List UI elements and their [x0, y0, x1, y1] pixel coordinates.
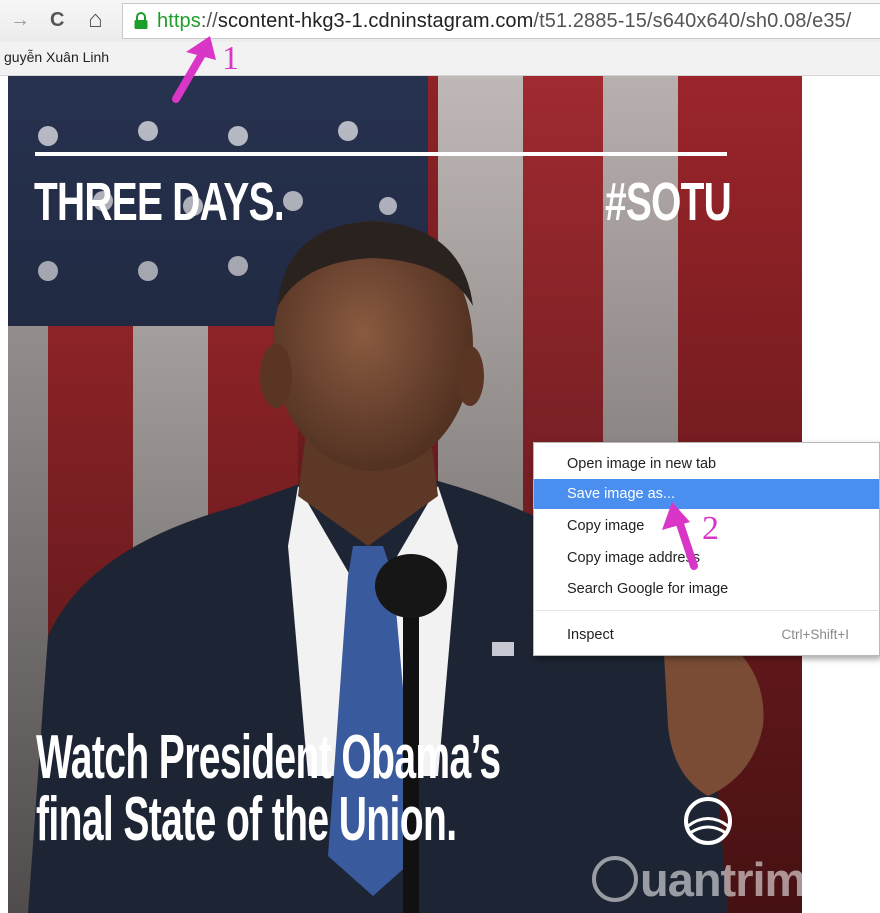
headline-rule — [35, 152, 727, 156]
url-path: /t51.2885-15/s640x640/sh0.08/e35/ — [533, 10, 852, 32]
annotation-step-1: 1 — [222, 40, 239, 77]
menu-separator — [535, 610, 878, 611]
menu-item-shortcut: Ctrl+Shift+I — [781, 627, 849, 642]
menu-item-label: Copy image — [567, 518, 645, 534]
context-menu: Open image in new tab Save image as... C… — [533, 442, 880, 656]
menu-item-label: Search Google for image — [567, 581, 729, 597]
home-button[interactable]: ⌂ — [88, 6, 103, 34]
headline-watch-line1: Watch President Obama’s — [36, 723, 501, 792]
url-text: https://scontent-hkg3-1.cdninstagram.com… — [157, 4, 851, 38]
url-separator: :// — [200, 10, 218, 32]
menu-item-label: Save image as... — [567, 486, 675, 502]
forward-button[interactable]: → — [10, 6, 30, 34]
url-scheme: https — [157, 10, 201, 32]
address-bar[interactable]: https://scontent-hkg3-1.cdninstagram.com… — [122, 3, 880, 39]
menu-item-open-image-new-tab[interactable]: Open image in new tab — [534, 449, 879, 479]
url-host: scontent-hkg3-1.cdninstagram.com — [217, 10, 534, 32]
menu-item-search-google-for-image[interactable]: Search Google for image — [534, 574, 879, 604]
headline-watch-line2: final State of the Union. — [36, 785, 457, 854]
browser-toolbar: → C ⌂ https://scontent-hkg3-1.cdninstagr… — [0, 0, 880, 42]
reload-button[interactable]: C — [50, 6, 64, 34]
menu-item-label: Copy image address — [567, 550, 700, 566]
lock-icon — [134, 12, 148, 29]
bookmark-item[interactable]: guyễn Xuân Linh — [4, 42, 109, 73]
watermark-text: uantrimang — [640, 853, 880, 906]
headline-three-days: THREE DAYS. — [34, 172, 285, 232]
watermark-logo-icon — [592, 856, 638, 902]
menu-item-save-image-as[interactable]: Save image as... — [534, 479, 879, 509]
annotation-step-2: 2 — [702, 510, 719, 547]
menu-item-copy-image-address[interactable]: Copy image address — [534, 543, 879, 573]
menu-item-label: Open image in new tab — [567, 456, 717, 472]
headline-sotu: #SOTU — [605, 172, 732, 232]
menu-item-inspect[interactable]: Inspect Ctrl+Shift+I — [534, 620, 879, 650]
menu-item-label: Inspect — [567, 627, 614, 643]
bookmarks-bar: guyễn Xuân Linh — [0, 42, 880, 76]
